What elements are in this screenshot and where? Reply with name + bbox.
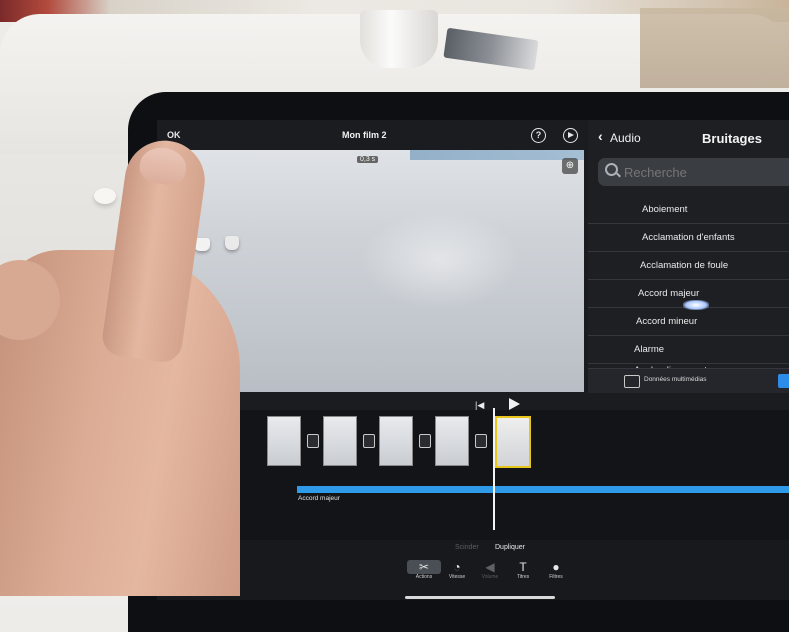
zoom-icon[interactable]: ⊕ <box>562 158 578 174</box>
list-item[interactable]: Acclamation de foule <box>588 252 789 280</box>
video-clip[interactable] <box>435 416 469 466</box>
transition-icon[interactable] <box>307 434 319 448</box>
scissors-icon: ✂ <box>407 560 441 574</box>
tool-volume[interactable]: ◀ Volume <box>473 560 507 580</box>
light-glare <box>683 300 709 310</box>
action-bar: Scinder Dupliquer ✂ Actions ◔ Vitesse ◀ … <box>157 540 789 600</box>
playhead[interactable] <box>493 408 495 530</box>
timeline[interactable]: Accord majeur <box>157 408 789 540</box>
background-mug <box>360 10 438 68</box>
sound-effects-list: Aboiement Acclamation d'enfants Acclamat… <box>588 196 789 379</box>
titles-icon: T <box>519 560 527 574</box>
speed-icon: ◔ <box>453 560 461 574</box>
tool-filters[interactable]: ● Filtres <box>539 560 573 580</box>
list-item[interactable]: Acclamation d'enfants <box>588 224 789 252</box>
media-toggle-button[interactable] <box>778 374 789 388</box>
split-button[interactable]: Scinder <box>455 544 479 551</box>
project-title: Mon film 2 <box>342 130 387 140</box>
transition-icon[interactable] <box>419 434 431 448</box>
settings-icon[interactable] <box>563 128 578 143</box>
home-indicator[interactable] <box>405 596 555 599</box>
video-clip[interactable] <box>267 416 301 466</box>
video-clip[interactable] <box>323 416 357 466</box>
media-library-label[interactable]: Données multimédias <box>644 376 707 383</box>
duplicate-button[interactable]: Dupliquer <box>495 544 525 551</box>
search-icon <box>605 163 618 176</box>
tool-label: Titres <box>516 574 530 580</box>
audio-browser-panel: ‹ Audio Bruitages Aboiement Acclamation … <box>588 120 789 393</box>
preview-blurred-object <box>410 150 584 160</box>
panel-footer: Données multimédias <box>588 368 789 393</box>
panel-header: ‹ Audio Bruitages <box>588 120 789 152</box>
audio-clip-label: Accord majeur <box>298 495 340 502</box>
film-icon <box>624 375 640 388</box>
preview-cup <box>225 236 239 250</box>
tool-label: Filtres <box>549 574 563 580</box>
search-input[interactable] <box>622 164 789 181</box>
transition-icon[interactable] <box>475 434 487 448</box>
background-cup <box>94 188 116 204</box>
imovie-screen: OK Mon film 2 ? 0,3 s ⊕ ‹ Audio Bruitage… <box>157 120 789 600</box>
help-icon[interactable]: ? <box>531 128 546 143</box>
audio-clip-bar[interactable] <box>297 486 789 493</box>
tool-speed[interactable]: ◔ Vitesse <box>440 560 474 580</box>
filters-icon: ● <box>552 560 560 574</box>
transition-icon[interactable] <box>363 434 375 448</box>
tool-titles[interactable]: T Titres <box>506 560 540 580</box>
play-icon[interactable] <box>509 398 520 410</box>
top-bar: OK Mon film 2 ? <box>157 120 587 150</box>
video-clip[interactable] <box>379 416 413 466</box>
volume-icon: ◀ <box>485 560 495 574</box>
clip-duration-badge: 0,3 s <box>357 156 379 163</box>
tool-actions[interactable]: ✂ Actions <box>407 560 441 580</box>
list-item[interactable]: Alarme <box>588 336 789 364</box>
list-item[interactable]: Aboiement <box>588 196 789 224</box>
tool-label: Vitesse <box>448 574 466 580</box>
list-item[interactable]: Accord mineur <box>588 308 789 336</box>
search-field[interactable] <box>598 158 789 186</box>
panel-title: Bruitages <box>702 131 762 146</box>
ok-button[interactable]: OK <box>167 130 181 140</box>
chevron-left-icon[interactable]: ‹ <box>598 128 603 144</box>
preview-light-reflection <box>360 210 520 310</box>
tool-label: Volume <box>481 574 499 580</box>
background-chair <box>640 8 789 88</box>
back-to-audio-button[interactable]: Audio <box>610 131 641 145</box>
tool-label: Actions <box>415 574 433 580</box>
selected-video-clip[interactable] <box>495 416 531 468</box>
